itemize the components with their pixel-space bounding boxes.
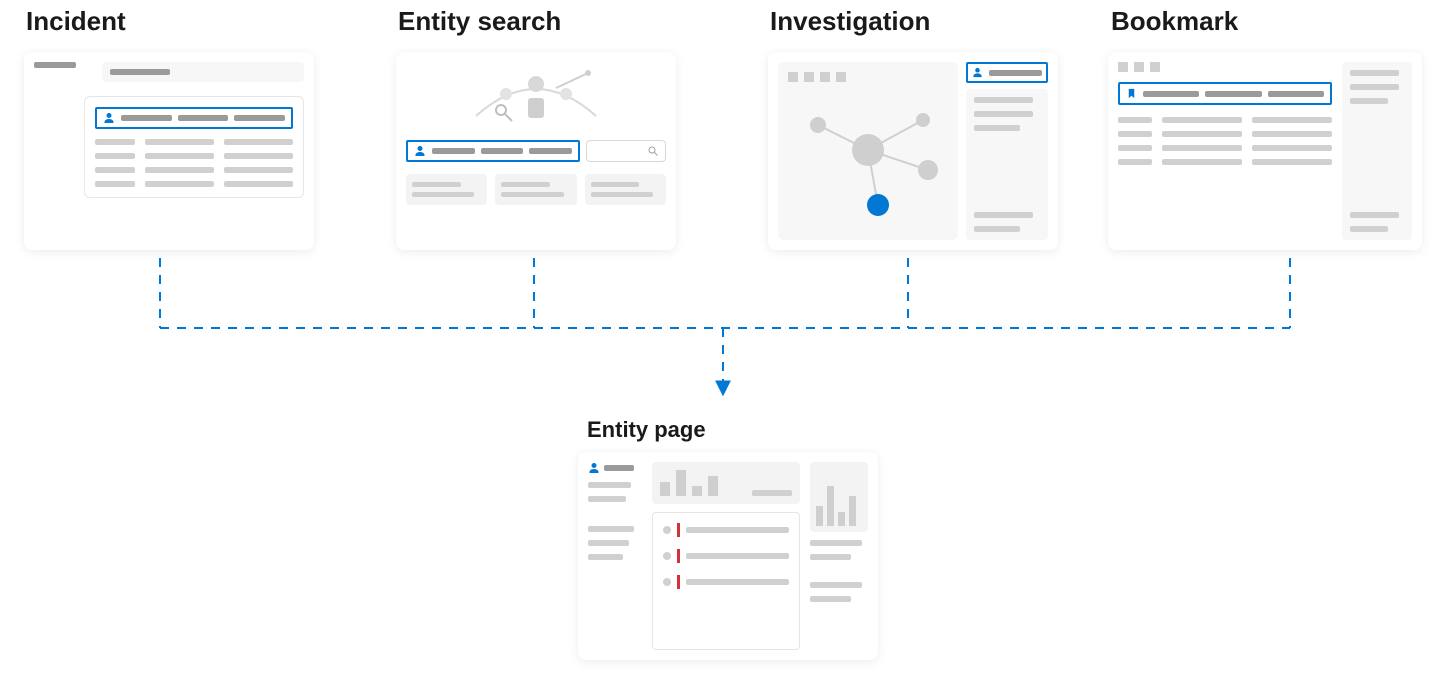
source-label-investigation: Investigation xyxy=(770,6,930,37)
alert-marker xyxy=(677,575,680,589)
search-icon xyxy=(647,145,659,157)
result-pill xyxy=(406,174,487,205)
user-icon xyxy=(414,145,426,157)
search-illustration xyxy=(406,62,666,134)
result-pill xyxy=(495,174,576,205)
source-label-entity-search: Entity search xyxy=(398,6,561,37)
bookmark-icon xyxy=(1126,87,1137,100)
investigation-card xyxy=(768,52,1058,250)
investigation-graph xyxy=(788,90,948,220)
bookmark-card xyxy=(1108,52,1422,250)
entity-page-card xyxy=(578,452,878,660)
entity-highlight-investigation[interactable] xyxy=(966,62,1048,83)
entity-search-card xyxy=(396,52,676,250)
entity-highlight-bookmark[interactable] xyxy=(1118,82,1332,105)
user-icon xyxy=(103,112,115,124)
entity-highlight-search[interactable] xyxy=(406,140,580,162)
alert-marker xyxy=(677,549,680,563)
user-icon xyxy=(972,67,983,78)
alert-marker xyxy=(677,523,680,537)
incident-card xyxy=(24,52,314,250)
target-label-entity-page: Entity page xyxy=(587,417,706,443)
user-icon xyxy=(588,462,600,474)
result-pill xyxy=(585,174,666,205)
entity-highlight-incident[interactable] xyxy=(95,107,293,129)
source-label-incident: Incident xyxy=(26,6,126,37)
source-label-bookmark: Bookmark xyxy=(1111,6,1238,37)
search-input[interactable] xyxy=(586,140,666,162)
